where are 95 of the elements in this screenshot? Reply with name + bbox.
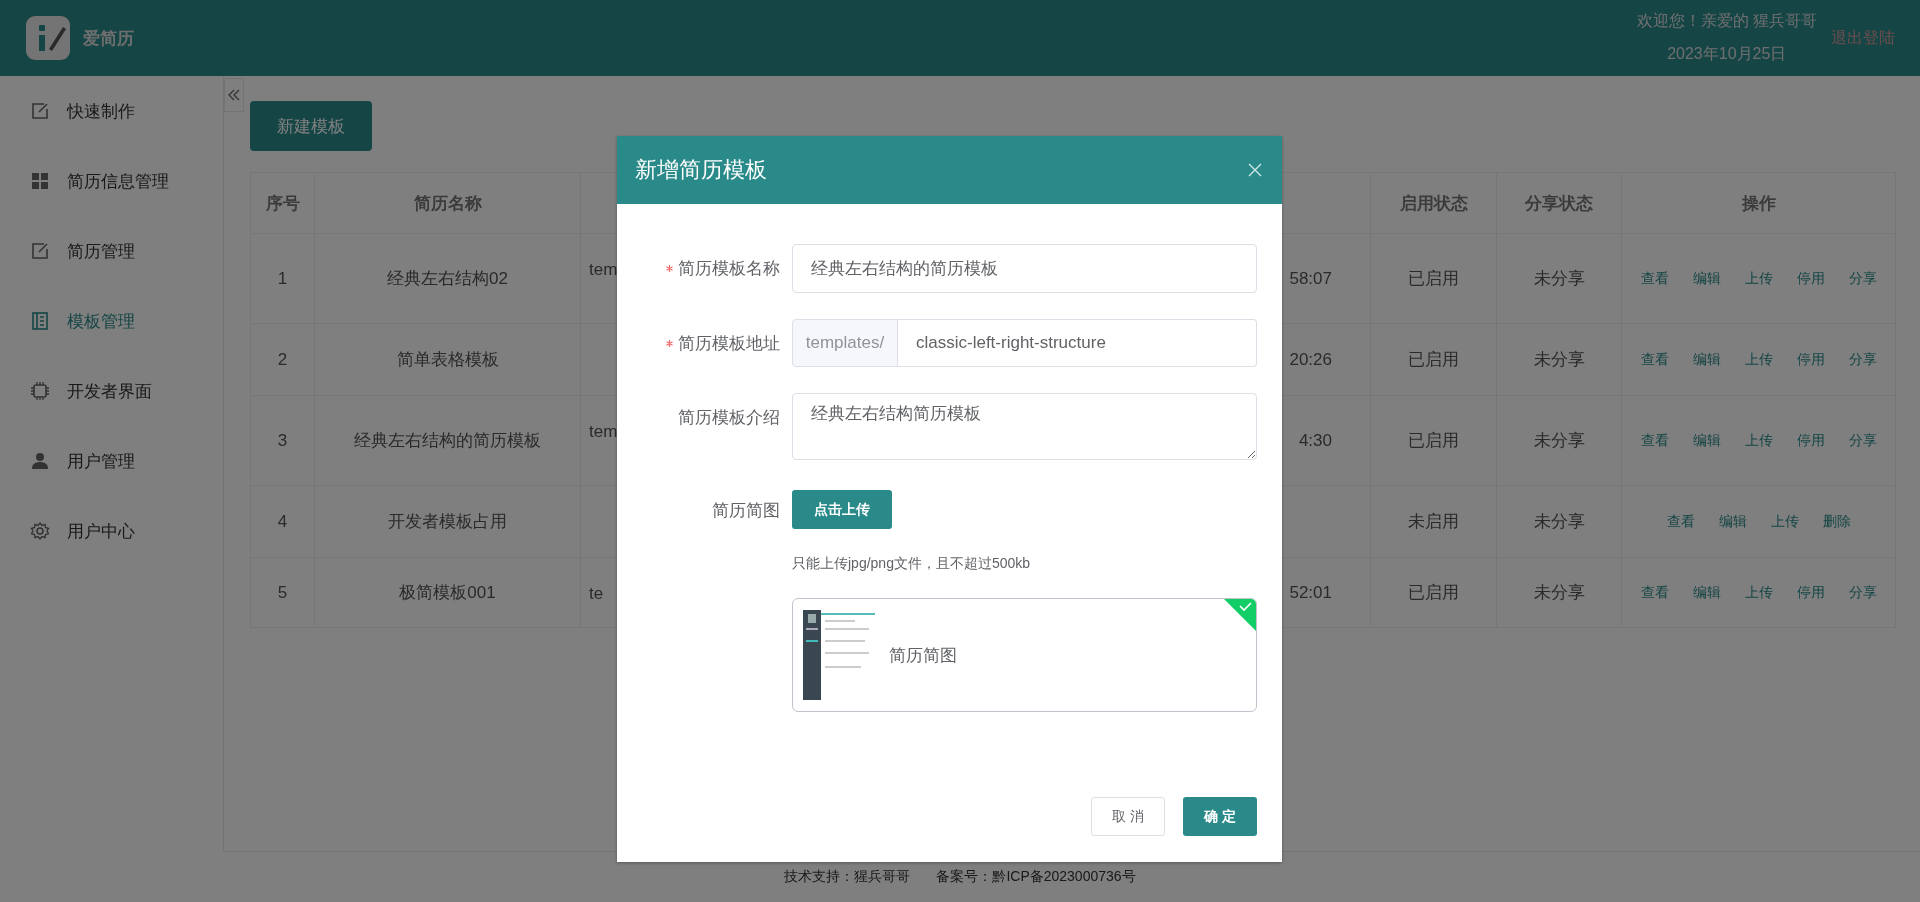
action-link[interactable]: 停用 [1796,350,1825,369]
action-link[interactable]: 编辑 [1692,583,1721,602]
field-label: 简历模板名称 [678,257,780,280]
sidebar-item[interactable]: 快速制作 [0,76,223,146]
action-link[interactable]: 上传 [1744,583,1773,602]
confirm-button[interactable]: 确 定 [1183,797,1257,836]
document-icon [30,311,50,331]
action-link[interactable]: 编辑 [1692,350,1721,369]
action-link[interactable]: 停用 [1796,583,1825,602]
sidebar-item[interactable]: 开发者界面 [0,356,223,426]
sidebar-item[interactable]: 简历管理 [0,216,223,286]
date-text: 2023年10月25日 [1667,44,1787,64]
logo-icon [25,15,71,61]
footer-text: 备案号：黔ICP备2023000736号 [936,868,1136,886]
column-header: 操作 [1621,172,1896,234]
column-header: 序号 [250,172,315,234]
gear-icon [30,521,50,541]
sidebar-item[interactable]: 简历信息管理 [0,146,223,216]
action-link[interactable]: 分享 [1848,269,1877,288]
table-cell: 已启用 [1408,269,1459,288]
table-cell: 开发者模板占用 [388,512,507,531]
action-link[interactable]: 编辑 [1718,512,1747,531]
logout-link[interactable]: 退出登陆 [1831,27,1895,49]
action-link[interactable]: 分享 [1848,583,1877,602]
table-cell: 未分享 [1533,512,1585,531]
edit-icon [30,101,50,121]
table-cell: 已启用 [1408,431,1459,450]
action-link[interactable]: 查看 [1640,350,1669,369]
column-header: 分享状态 [1496,172,1622,234]
cancel-button[interactable]: 取 消 [1091,797,1165,836]
description-textarea[interactable]: 经典左右结构简历模板 [792,393,1257,460]
edit-icon [30,241,50,261]
input-prefix: templates/ [792,319,898,367]
table-cell: 未启用 [1408,512,1459,531]
action-link[interactable]: 上传 [1744,269,1773,288]
action-link[interactable]: 查看 [1666,512,1695,531]
action-link[interactable]: 上传 [1744,350,1773,369]
action-link[interactable]: 停用 [1796,431,1825,450]
welcome-text: 欢迎您！亲爱的 猩兵哥哥 [1636,11,1817,31]
field-label: 简历简图 [712,499,780,522]
action-link[interactable]: 编辑 [1692,269,1721,288]
table-cell: te [589,584,604,603]
action-link[interactable]: 查看 [1640,431,1669,450]
table-cell: tem [589,422,618,441]
table-cell: 4:30 [1298,430,1332,450]
field-label: 简历模板介绍 [678,406,780,429]
grid-icon [30,171,50,191]
footer-text: 技术支持：猩兵哥哥 [784,868,911,886]
table-cell: 已启用 [1408,583,1459,602]
action-link[interactable]: 查看 [1640,269,1669,288]
table-cell: 未分享 [1533,431,1585,450]
close-icon[interactable] [1248,163,1262,177]
upload-button[interactable]: 点击上传 [792,490,892,529]
table-cell: 1 [277,268,288,288]
sidebar-item[interactable]: 模板管理 [0,286,223,356]
sidebar-item[interactable]: 用户管理 [0,426,223,496]
table-cell: tem [589,260,618,279]
name-input[interactable]: 经典左右结构的简历模板 [792,244,1257,293]
table-cell: 5 [277,582,288,602]
action-link[interactable]: 编辑 [1692,431,1721,450]
table-cell: 极简模板001 [399,583,496,602]
table-cell: 3 [277,430,288,450]
column-header: 启用状态 [1370,172,1497,234]
address-input[interactable]: classic-left-right-structure [898,319,1257,367]
file-name: 简历简图 [889,644,957,667]
column-header: 简历名称 [314,172,581,234]
table-cell: 52:01 [1289,582,1332,602]
dialog-title: 新增简历模板 [635,156,767,184]
table-cell: 已启用 [1408,350,1459,369]
table-cell: 未分享 [1533,350,1585,369]
user-icon [30,451,50,471]
table-cell: 未分享 [1533,269,1585,288]
double-chevron-left-icon [228,89,240,101]
table-cell: 简单表格模板 [396,350,499,369]
action-link[interactable]: 查看 [1640,583,1669,602]
action-link[interactable]: 上传 [1770,512,1799,531]
upload-hint: 只能上传jpg/png文件，且不超过500kb [792,555,1032,573]
action-link[interactable]: 上传 [1744,431,1773,450]
app-name: 爱简历 [83,27,134,50]
table-cell: 4 [277,511,288,531]
table-cell: 20:26 [1289,349,1332,369]
sidebar-item[interactable]: 用户中心 [0,496,223,566]
action-link[interactable]: 停用 [1796,269,1825,288]
collapse-button[interactable] [224,78,244,112]
chip-icon [30,381,50,401]
field-label: 简历模板地址 [678,332,780,355]
action-link[interactable]: 分享 [1848,350,1877,369]
action-link[interactable]: 删除 [1822,512,1851,531]
table-cell: 经典左右结构的简历模板 [354,431,541,450]
action-link[interactable]: 分享 [1848,431,1877,450]
table-cell: 58:07 [1289,268,1332,288]
new-template-button[interactable]: 新建模板 [250,101,372,151]
table-cell: 2 [277,349,288,369]
table-cell: 未分享 [1533,583,1585,602]
table-cell: 经典左右结构02 [387,269,508,288]
